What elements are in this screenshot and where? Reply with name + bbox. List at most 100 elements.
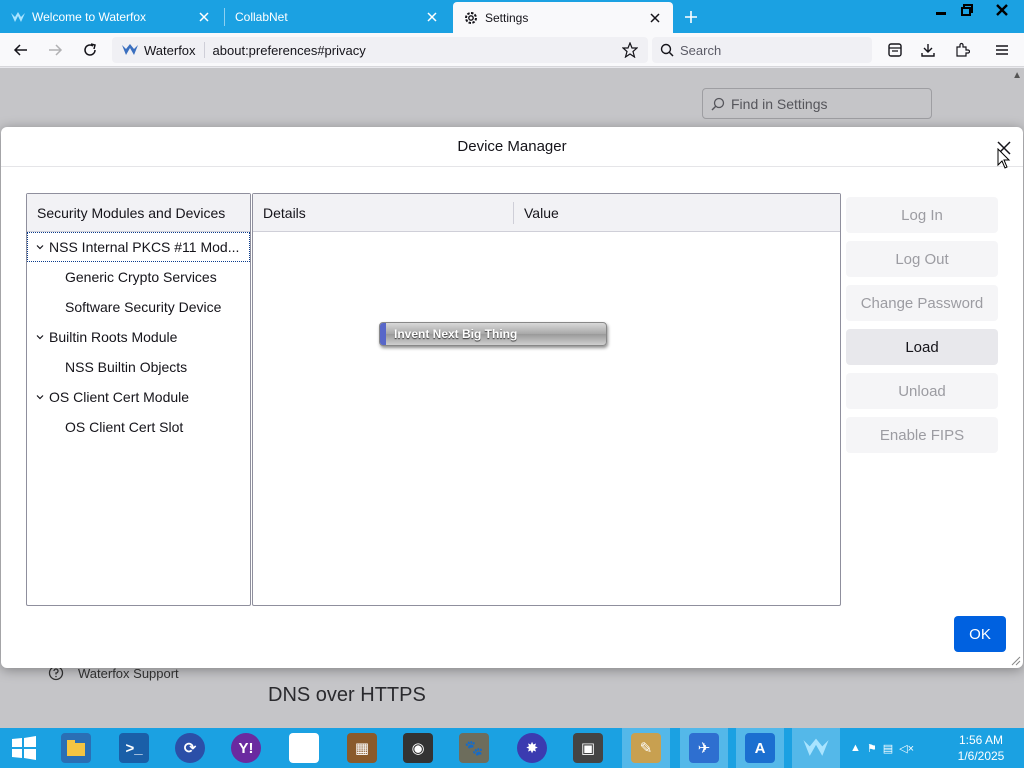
forward-icon[interactable] <box>43 38 67 62</box>
back-icon[interactable] <box>9 38 33 62</box>
new-tab-icon[interactable] <box>680 6 702 28</box>
enable-fips-button[interactable]: Enable FIPS <box>846 417 998 453</box>
invent-next-big-thing-button[interactable]: Invent Next Big Thing <box>379 322 607 346</box>
file-explorer-taskbar-icon[interactable] <box>52 728 100 768</box>
sync-app-taskbar-icon[interactable]: ⟳ <box>166 728 214 768</box>
tree-item[interactable]: Software Security Device <box>27 292 250 322</box>
system-tray: ▲ ⚑ ▤ ◁× <box>850 728 914 768</box>
search-icon <box>711 97 725 110</box>
search-bar[interactable]: Search <box>652 37 872 63</box>
taskbar: >_ ⟳ Y! ▦ ◉ 🐾 ✸ ▣ ✎ ✈ A ▲ ⚑ ▤ ◁× 1:56 AM… <box>0 728 1024 768</box>
scroll-up-arrow-icon[interactable]: ▲ <box>1012 70 1022 81</box>
start-button[interactable] <box>0 728 48 768</box>
powershell-taskbar-icon[interactable]: >_ <box>110 728 158 768</box>
tree-item-label: Software Security Device <box>65 299 222 315</box>
menu-icon[interactable] <box>990 38 1014 62</box>
value-column-header[interactable]: Value <box>514 205 559 221</box>
site-identity[interactable]: Waterfox <box>112 42 205 58</box>
tree-item-label: Generic Crypto Services <box>65 269 217 285</box>
find-placeholder: Find in Settings <box>731 95 828 112</box>
close-tab-icon[interactable] <box>422 7 442 27</box>
bookmark-star-icon[interactable] <box>622 42 638 58</box>
tree-item-label: NSS Internal PKCS #11 Mod... <box>49 239 240 255</box>
module-actions: Log In Log Out Change Password Load Unlo… <box>846 197 998 461</box>
gimp-taskbar-icon[interactable]: 🐾 <box>450 728 498 768</box>
tab-label: Settings <box>485 10 529 25</box>
tree-item[interactable]: OS Client Cert Slot <box>27 412 250 442</box>
waterfox-icon <box>10 9 26 25</box>
blank-document-taskbar-icon[interactable] <box>280 728 328 768</box>
tab-welcome[interactable]: Welcome to Waterfox <box>0 0 222 33</box>
dns-heading: DNS over HTTPS <box>268 684 426 706</box>
unload-button[interactable]: Unload <box>846 373 998 409</box>
tree-item-label: Builtin Roots Module <box>49 329 178 345</box>
tab-settings[interactable]: Settings <box>453 2 673 33</box>
url-bar[interactable]: Waterfox about:preferences#privacy <box>112 37 648 63</box>
change-password-button[interactable]: Change Password <box>846 285 998 321</box>
tree-item[interactable]: NSS Internal PKCS #11 Mod... <box>27 232 250 262</box>
bug-tool-taskbar-icon[interactable]: ✸ <box>508 728 556 768</box>
site-label: Waterfox <box>144 42 196 58</box>
log-in-button[interactable]: Log In <box>846 197 998 233</box>
tree-item[interactable]: NSS Builtin Objects <box>27 352 250 382</box>
tree-rows: NSS Internal PKCS #11 Mod... Generic Cryp… <box>27 232 250 442</box>
monitor-app-taskbar-icon[interactable]: ▣ <box>564 728 612 768</box>
close-window-icon[interactable] <box>980 0 1024 20</box>
waterfox-taskbar-icon[interactable] <box>792 728 840 768</box>
action-center-icon[interactable]: ⚑ <box>867 742 877 755</box>
chevron-down-icon[interactable] <box>35 392 45 402</box>
windows-logo-icon <box>12 736 36 760</box>
ok-button[interactable]: OK <box>954 616 1006 652</box>
close-tab-icon[interactable] <box>645 8 665 28</box>
restore-icon[interactable] <box>954 0 980 20</box>
log-out-button[interactable]: Log Out <box>846 241 998 277</box>
tree-column-header[interactable]: Security Modules and Devices <box>27 194 250 232</box>
tab-label: CollabNet <box>235 9 288 24</box>
tab-label: Welcome to Waterfox <box>32 9 147 24</box>
paint-app-taskbar-icon[interactable]: ✎ <box>622 728 670 768</box>
details-header-row: Details Value <box>253 194 840 232</box>
tree-item[interactable]: Generic Crypto Services <box>27 262 250 292</box>
tree-item[interactable]: OS Client Cert Module <box>27 382 250 412</box>
window-controls <box>928 0 1024 22</box>
navigation-toolbar: Waterfox about:preferences#privacy Searc… <box>0 33 1024 67</box>
minimize-icon[interactable] <box>928 0 954 20</box>
device-manager-dialog: Device Manager Security Modules and Devi… <box>1 127 1023 668</box>
downloads-icon[interactable] <box>916 38 940 62</box>
gear-icon <box>463 10 479 26</box>
tree-item[interactable]: Builtin Roots Module <box>27 322 250 352</box>
details-column-header[interactable]: Details <box>253 201 514 224</box>
details-table: Details Value Invent Next Big Thing <box>252 193 841 606</box>
tab-strip: Welcome to Waterfox CollabNet Settings <box>0 0 1024 33</box>
clock-date: 1/6/2025 <box>957 749 1005 763</box>
tab-collabnet[interactable]: CollabNet <box>226 0 450 33</box>
reader-view-icon[interactable] <box>883 38 907 62</box>
chevron-down-icon[interactable] <box>35 332 45 342</box>
find-in-settings-input[interactable]: Find in Settings <box>702 88 932 119</box>
waterfox-icon <box>122 44 138 55</box>
load-button[interactable]: Load <box>846 329 998 365</box>
url-text[interactable]: about:preferences#privacy <box>205 43 366 58</box>
taskbar-clock[interactable]: 1:56 AM 1/6/2025 <box>942 732 1020 764</box>
dialog-title: Device Manager <box>1 127 1023 167</box>
resize-grip-icon[interactable] <box>1009 654 1021 666</box>
mouse-cursor-icon <box>997 148 1011 169</box>
yahoo-messenger-taskbar-icon[interactable]: Y! <box>222 728 270 768</box>
extensions-icon[interactable] <box>950 38 974 62</box>
clock-time: 1:56 AM <box>958 733 1004 747</box>
media-app-taskbar-icon[interactable]: ◉ <box>394 728 442 768</box>
reload-icon[interactable] <box>78 38 102 62</box>
tree-item-label: NSS Builtin Objects <box>65 359 188 375</box>
security-modules-tree: Security Modules and Devices NSS Interna… <box>26 193 251 606</box>
search-placeholder: Search <box>680 42 722 58</box>
tray-overflow-icon[interactable]: ▲ <box>850 742 861 754</box>
close-tab-icon[interactable] <box>194 7 214 27</box>
a-app-taskbar-icon[interactable]: A <box>736 728 784 768</box>
chevron-down-icon[interactable] <box>35 242 45 252</box>
volume-muted-icon[interactable]: ◁× <box>899 742 914 755</box>
bird-app-taskbar-icon[interactable]: ✈ <box>680 728 728 768</box>
archive-app-taskbar-icon[interactable]: ▦ <box>338 728 386 768</box>
screen: Welcome to Waterfox CollabNet Settings W… <box>0 0 1024 768</box>
network-icon[interactable]: ▤ <box>883 742 893 755</box>
search-icon <box>660 43 674 57</box>
